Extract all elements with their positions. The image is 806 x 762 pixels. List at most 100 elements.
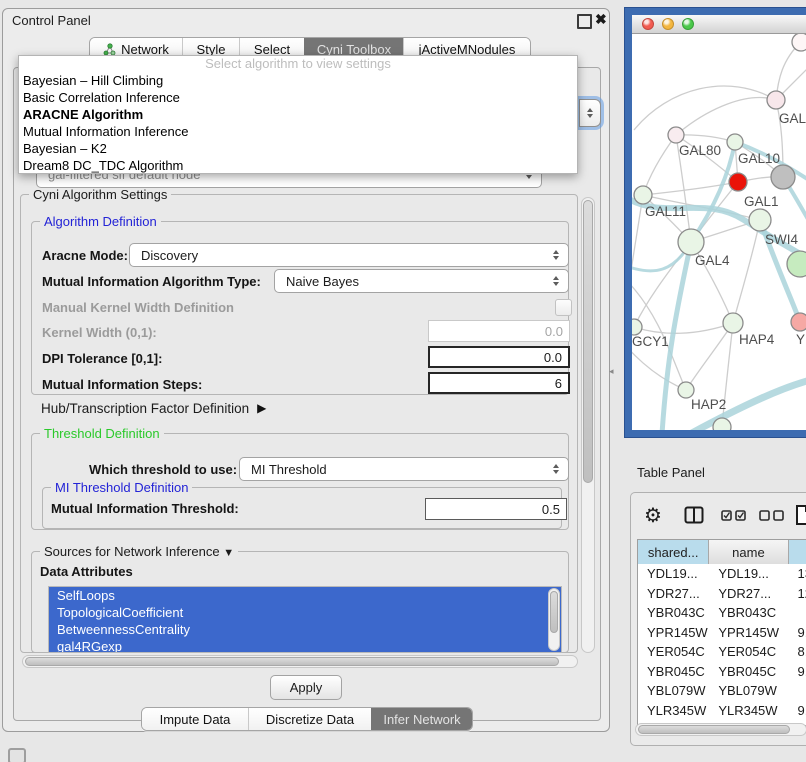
network-edge xyxy=(632,195,643,306)
node-label: GAL10 xyxy=(738,151,780,166)
table-row[interactable]: YDL19...YDL19...13 xyxy=(638,564,806,584)
apply-button[interactable]: Apply xyxy=(270,675,342,700)
table-row[interactable]: YDR27...YDR27...12 xyxy=(638,584,806,604)
table-cell: 12 xyxy=(789,586,806,601)
mac-titlebar[interactable] xyxy=(632,15,806,34)
minimize-traffic-light[interactable] xyxy=(662,18,674,30)
network-node[interactable] xyxy=(713,418,731,431)
group-title: Cyni Algorithm Settings xyxy=(29,187,171,202)
expander-arrow-icon: ▶ xyxy=(257,401,266,415)
bottom-tab-discretize-data[interactable]: Discretize Data xyxy=(248,708,371,730)
network-canvas-svg[interactable]: GALGAL80GAL10GAL1GAL11SWI4GAL4GCY1HAP4YH… xyxy=(632,34,806,431)
mi-threshold-field[interactable]: 0.5 xyxy=(425,498,567,520)
table-horizontal-scrollbar[interactable] xyxy=(635,723,806,736)
column-header[interactable]: A xyxy=(789,540,806,564)
bottom-tab-impute-data[interactable]: Impute Data xyxy=(142,708,248,730)
table-body: YDL19...YDL19...13YDR27...YDR27...12YBR0… xyxy=(638,564,806,725)
network-node[interactable] xyxy=(678,382,694,398)
table-row[interactable]: YLR345WYLR345W9. xyxy=(638,701,806,721)
network-node[interactable] xyxy=(729,173,747,191)
close-icon[interactable]: ✖ xyxy=(595,11,607,28)
algorithm-item[interactable]: Dream8 DC_TDC Algorithm xyxy=(19,157,577,174)
splitter-handle[interactable]: ◂ xyxy=(609,366,614,377)
network-node[interactable] xyxy=(668,127,684,143)
algorithm-item[interactable]: Bayesian – K2 xyxy=(19,140,577,157)
mi-type-label: Mutual Information Algorithm Type: xyxy=(42,274,261,289)
scrollbar-thumb[interactable] xyxy=(583,200,593,483)
manual-kernel-checkbox[interactable] xyxy=(555,299,572,316)
settings-vertical-scrollbar[interactable] xyxy=(581,197,595,653)
table-row[interactable]: YBL079WYBL079W xyxy=(638,681,806,701)
network-node[interactable] xyxy=(787,251,806,277)
dpi-tolerance-field[interactable]: 0.0 xyxy=(428,346,570,368)
mi-threshold-label: Mutual Information Threshold: xyxy=(51,501,239,516)
kernel-width-field[interactable]: 0.0 xyxy=(428,320,570,342)
gear-button[interactable]: ⚙ xyxy=(644,503,662,528)
algorithm-item[interactable]: Bayesian – Hill Climbing xyxy=(19,72,577,89)
aracne-mode-combo[interactable]: Discovery xyxy=(129,243,569,267)
select-all-button[interactable] xyxy=(721,510,747,521)
network-node[interactable] xyxy=(634,186,652,204)
column-header[interactable]: shared... xyxy=(638,540,709,564)
combo-value: Discovery xyxy=(141,248,198,263)
table-cell: YBR043C xyxy=(709,605,788,620)
scrollbar-thumb[interactable] xyxy=(550,591,558,633)
scrollbar-thumb[interactable] xyxy=(638,725,790,734)
list-scrollbar[interactable] xyxy=(548,588,560,651)
attribute-item[interactable]: gal4RGexp xyxy=(49,638,561,653)
scrollbar-thumb[interactable] xyxy=(25,657,559,666)
network-node[interactable] xyxy=(723,313,743,333)
algorithm-item[interactable]: Mutual Information Inference xyxy=(19,123,577,140)
attribute-item[interactable]: BetweennessCentrality xyxy=(49,621,561,638)
expander-label: Hub/Transcription Factor Definition xyxy=(41,401,249,416)
float-window-icon[interactable] xyxy=(577,14,592,29)
dropdown-prompt: Select algorithm to view settings xyxy=(19,56,577,72)
table-row[interactable]: YBR043CYBR043C xyxy=(638,603,806,623)
split-view-button[interactable] xyxy=(684,506,704,524)
network-node[interactable] xyxy=(771,165,795,189)
close-traffic-light[interactable] xyxy=(642,18,654,30)
file-icon xyxy=(795,504,806,526)
network-node[interactable] xyxy=(792,34,806,51)
group-title[interactable]: Sources for Network Inference ▼ xyxy=(40,544,238,559)
hub-expander[interactable]: Hub/Transcription Factor Definition ▶ xyxy=(41,399,266,417)
network-node[interactable] xyxy=(632,319,642,335)
network-node[interactable] xyxy=(791,313,806,331)
dpi-tolerance-label: DPI Tolerance [0,1]: xyxy=(42,351,162,366)
sources-group: Sources for Network Inference ▼ Data Att… xyxy=(31,551,569,653)
deselect-all-button[interactable] xyxy=(759,510,785,521)
attribute-item[interactable]: SelfLoops xyxy=(49,587,561,604)
cyni-settings-group: Cyni Algorithm Settings Algorithm Defini… xyxy=(20,194,578,653)
bottom-tab-infer-network[interactable]: Infer Network xyxy=(371,708,472,730)
table-cell: YDL19... xyxy=(709,566,788,581)
node-label: GCY1 xyxy=(632,334,669,349)
table-cell: YBR045C xyxy=(709,664,788,679)
gear-icon: ⚙ xyxy=(644,503,662,528)
algorithm-item[interactable]: Basic Correlation Inference xyxy=(19,89,577,106)
table-toolbar: ⚙ xyxy=(631,499,806,535)
table-cell: 9. xyxy=(789,625,806,640)
table-row[interactable]: YPR145WYPR145W9. xyxy=(638,623,806,643)
attributes-list[interactable]: SelfLoopsTopologicalCoefficientBetweenne… xyxy=(48,586,562,653)
mi-type-combo[interactable]: Naive Bayes xyxy=(274,269,569,293)
network-node[interactable] xyxy=(767,91,785,109)
table-cell: 9. xyxy=(789,703,806,718)
algorithm-item[interactable]: ARACNE Algorithm xyxy=(19,106,577,123)
combo-value: Naive Bayes xyxy=(286,274,359,289)
network-node[interactable] xyxy=(678,229,704,255)
mi-steps-field[interactable]: 6 xyxy=(428,372,570,394)
import-table-button[interactable] xyxy=(795,504,806,526)
algorithm-combo-button[interactable] xyxy=(579,99,601,127)
column-header[interactable]: name xyxy=(709,540,788,564)
network-node[interactable] xyxy=(727,134,743,150)
attribute-item[interactable]: TopologicalCoefficient xyxy=(49,604,561,621)
zoom-traffic-light[interactable] xyxy=(682,18,694,30)
combo-arrows-icon xyxy=(553,276,560,286)
table-row[interactable]: YBR045CYBR045C9. xyxy=(638,662,806,682)
network-canvas[interactable]: GALGAL80GAL10GAL1GAL11SWI4GAL4GCY1HAP4YH… xyxy=(632,34,806,431)
table-row[interactable]: YER054CYER054C8. xyxy=(638,642,806,662)
settings-horizontal-scrollbar[interactable] xyxy=(22,655,578,668)
which-threshold-combo[interactable]: MI Threshold xyxy=(239,457,569,481)
network-node[interactable] xyxy=(749,209,771,231)
panel-float-button[interactable] xyxy=(8,748,26,762)
